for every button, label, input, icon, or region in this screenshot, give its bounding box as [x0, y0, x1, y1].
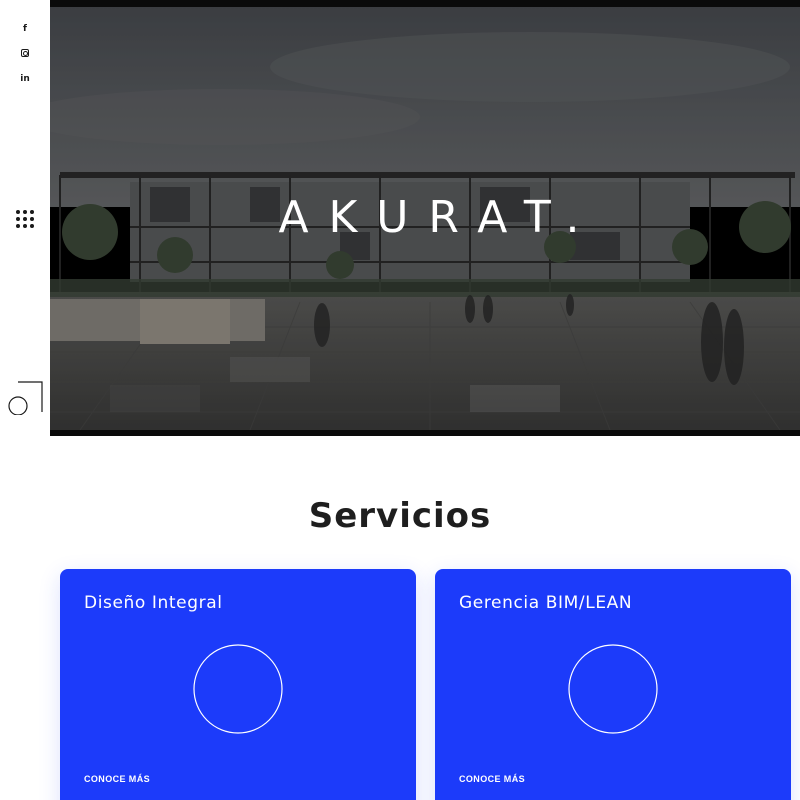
side-rail: f in [0, 0, 50, 440]
conoce-mas-link[interactable]: CONOCE MÁS [84, 774, 150, 784]
circle-icon [193, 644, 283, 734]
service-card-diseno-integral[interactable]: Diseño Integral CONOCE MÁS [60, 569, 416, 800]
circle-icon [568, 644, 658, 734]
hero-banner: AKURAT. [50, 0, 800, 436]
instagram-icon[interactable] [0, 49, 50, 60]
service-card-title: Diseño Integral [84, 593, 223, 613]
facebook-icon[interactable]: f [0, 24, 50, 34]
menu-grid-icon[interactable] [16, 210, 34, 228]
hero-top-border [50, 0, 800, 7]
hero-bottom-border [50, 430, 800, 436]
linkedin-icon[interactable]: in [0, 74, 50, 84]
hero-logo-title: AKURAT. [278, 192, 600, 243]
brand-mark-icon[interactable] [8, 381, 44, 415]
services-heading: Servicios [308, 496, 492, 536]
service-card-title: Gerencia BIM/LEAN [459, 593, 633, 613]
service-card-gerencia-bim-lean[interactable]: Gerencia BIM/LEAN CONOCE MÁS [435, 569, 791, 800]
conoce-mas-link[interactable]: CONOCE MÁS [459, 774, 525, 784]
